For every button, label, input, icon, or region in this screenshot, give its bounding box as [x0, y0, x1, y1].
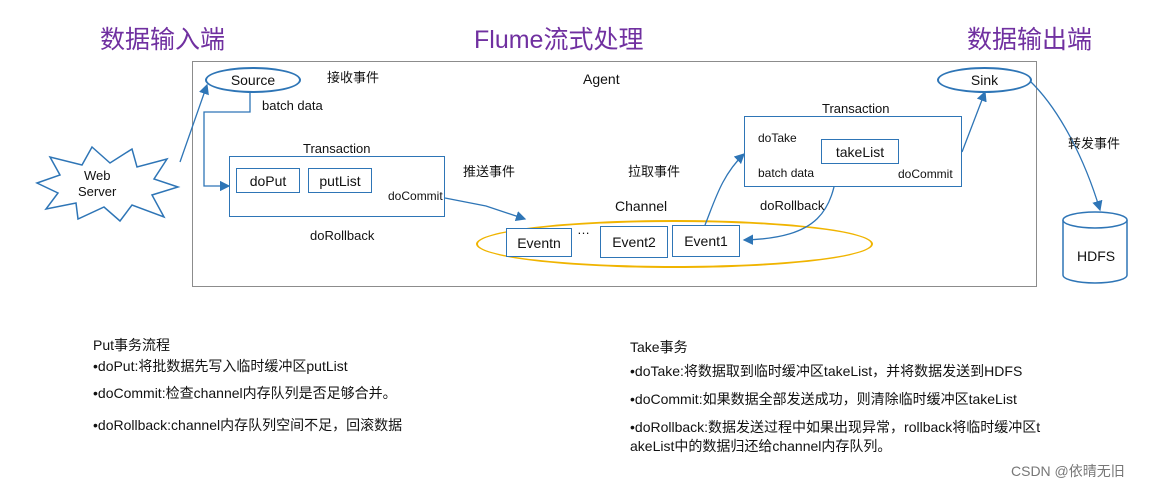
event-ellipsis: …	[577, 222, 590, 237]
put-docommit-label: doCommit	[388, 189, 443, 203]
take-note-1: •doTake:将数据取到临时缓冲区takeList，并将数据发送到HDFS	[630, 363, 1023, 379]
doput-node: doPut	[236, 168, 300, 193]
take-notes-title: Take事务	[630, 339, 688, 355]
put-note-2: •doCommit:检查channel内存队列是否足够合并。	[93, 385, 397, 401]
hdfs-label: HDFS	[1077, 248, 1116, 264]
event-n: Eventn	[506, 228, 572, 257]
sink-node: Sink	[937, 67, 1032, 93]
source-batch-data: batch data	[262, 98, 323, 113]
take-dorollback-label: doRollback	[760, 198, 825, 213]
putlist-node: putList	[308, 168, 372, 193]
pull-event-label: 拉取事件	[628, 164, 681, 179]
web-server-line1: Web	[84, 168, 111, 183]
take-dotake-label: doTake	[758, 131, 797, 145]
take-docommit-label: doCommit	[898, 167, 953, 181]
watermark: CSDN @依晴无旧	[1011, 463, 1125, 479]
push-event-label: 推送事件	[463, 164, 516, 179]
take-batch-data: batch data	[758, 166, 815, 180]
take-note-4: akeList中的数据归还给channel内存队列。	[630, 438, 892, 454]
takelist-node: takeList	[821, 139, 899, 164]
source-node: Source	[205, 67, 301, 93]
forward-event-label: 转发事件	[1068, 136, 1121, 151]
put-tx-title: Transaction	[303, 141, 371, 156]
take-tx-title: Transaction	[822, 101, 890, 116]
event-2: Event2	[600, 226, 668, 258]
put-note-3: •doRollback:channel内存队列空间不足，回滚数据	[93, 417, 403, 433]
web-server-line2: Server	[78, 184, 117, 199]
take-note-3: •doRollback:数据发送过程中如果出现异常，rollback将临时缓冲区…	[630, 419, 1041, 435]
put-dorollback-label: doRollback	[310, 228, 375, 243]
take-note-2: •doCommit:如果数据全部发送成功，则清除临时缓冲区takeList	[630, 391, 1017, 407]
put-note-1: •doPut:将批数据先写入临时缓冲区putList	[93, 358, 348, 374]
event-1: Event1	[672, 225, 740, 257]
receive-event-label: 接收事件	[327, 70, 380, 85]
put-notes-title: Put事务流程	[93, 337, 171, 353]
